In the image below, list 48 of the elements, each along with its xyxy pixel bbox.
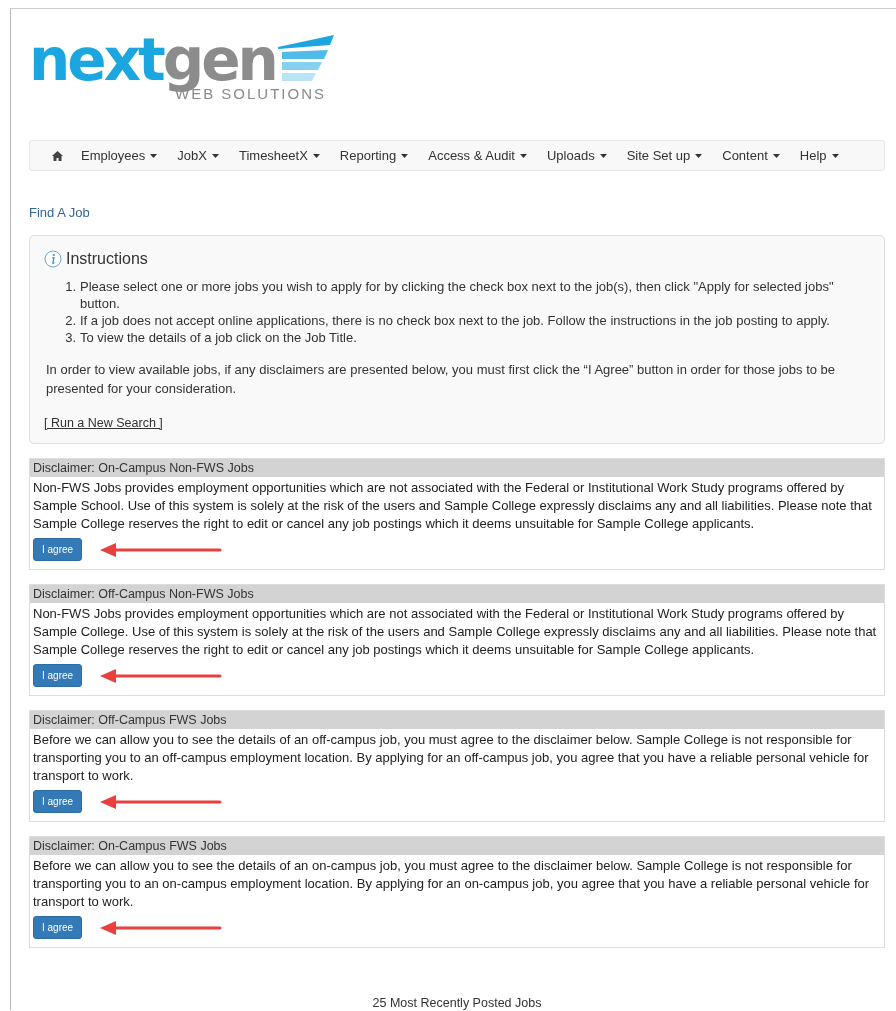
disclaimer-text: Non-FWS Jobs provides employment opportunities which are not associated with the Federal or Institutional Work Study programs offered by Sample College. Use of this system is solely at the risk of the users and Sample College expressly disclaims any and all liabilities. Please note that Sample College reserves the right to edit or cancel any job postings which it deems unsuitable for Sample College applicants.	[33, 605, 878, 659]
nav-menu-item[interactable]: Help	[789, 148, 849, 163]
arrow-icon	[100, 668, 223, 683]
agree-button[interactable]: I agree	[33, 790, 83, 813]
instruction-step: To view the details of a job click on the Job Title.	[80, 329, 357, 346]
nav-menu-item[interactable]: Uploads	[536, 148, 617, 163]
nav-menu-item[interactable]: Content	[712, 148, 790, 163]
nav-menu-item[interactable]: Reporting	[329, 148, 419, 163]
caret-icon	[695, 153, 703, 158]
disclaimer-title: Disclaimer: Off-Campus Non-FWS Jobs	[30, 585, 884, 603]
step-number: 3.	[64, 329, 76, 346]
arrow-icon	[100, 542, 223, 557]
disclaimer-title: Disclaimer: On-Campus FWS Jobs	[30, 837, 884, 855]
disclaimer-text: Before we can allow you to see the details of an on-campus job, you must agree to the disclaimer below. Sample College is not responsible for transporting you to an on-campus employment location. By applying for an on-campus job, you agree that you have a reliable personal vehicle for transport to work.	[33, 857, 871, 911]
nav-menu-item[interactable]: Access & Audit	[418, 148, 537, 163]
agree-button[interactable]: I agree	[33, 664, 83, 687]
nav-menu-item[interactable]: JobX	[167, 148, 229, 163]
caret-icon	[312, 153, 320, 158]
instruction-step: Please select one or more jobs you wish to apply for by clicking the check box next to the job(s), then click "Apply for selected jobs" button.	[80, 278, 870, 312]
caret-icon	[211, 153, 219, 158]
section-heading: 25 Most Recently Posted Jobs	[372, 996, 542, 1010]
caret-icon	[599, 153, 607, 158]
step-number: 1.	[64, 278, 76, 296]
instruction-step: If a job does not accept online applications, there is no check box next to the job. Follow the instructions in the job posting to apply.	[80, 312, 830, 329]
caret-icon	[150, 153, 158, 158]
caret-icon	[831, 153, 839, 158]
disclaimer-title: Disclaimer: Off-Campus FWS Jobs	[30, 711, 884, 729]
caret-icon	[401, 153, 409, 158]
info-icon	[44, 250, 62, 268]
step-number: 2.	[64, 312, 76, 329]
arrow-icon	[100, 920, 223, 935]
logo-text: next	[29, 31, 163, 89]
agree-button[interactable]: I agree	[33, 538, 83, 561]
arrow-icon	[100, 794, 223, 809]
agree-button[interactable]: I agree	[33, 916, 83, 939]
caret-icon	[772, 153, 780, 158]
page-title: Find A Job	[29, 205, 91, 220]
disclaimer-title: Disclaimer: On-Campus Non-FWS Jobs	[30, 459, 884, 477]
panel-title: Instructions	[66, 250, 148, 268]
run-new-search-link[interactable]: [ Run a New Search ]	[44, 416, 163, 430]
caret-icon	[519, 153, 527, 158]
instructions-note: In order to view available jobs, if any disclaimers are presented below, you must first click the “I Agree” button in order for those jobs to be presented for your consideration.	[46, 361, 837, 398]
nav-menu-item[interactable]: TimesheetX	[228, 148, 330, 163]
nav-menu-item[interactable]: Site Set up	[616, 148, 713, 163]
disclaimer-text: Non-FWS Jobs provides employment opportunities which are not associated with the Federal or Institutional Work Study programs offered by Sample School. Use of this system is solely at the risk of the users and Sample College expressly disclaims any and all liabilities. Please note that Sample College reserves the right to edit or cancel any job postings which it deems unsuitable for Sample College applicants.	[33, 479, 873, 533]
home-icon[interactable]	[52, 150, 63, 161]
disclaimer-text: Before we can allow you to see the details of an off-campus job, you must agree to the disclaimer below. Sample College is not responsible for transporting you to an off-campus employment location. By applying for an off-campus job, you agree that you have a reliable personal vehicle for transport to work.	[33, 731, 870, 785]
nav-menu-item[interactable]: Employees	[71, 148, 168, 163]
